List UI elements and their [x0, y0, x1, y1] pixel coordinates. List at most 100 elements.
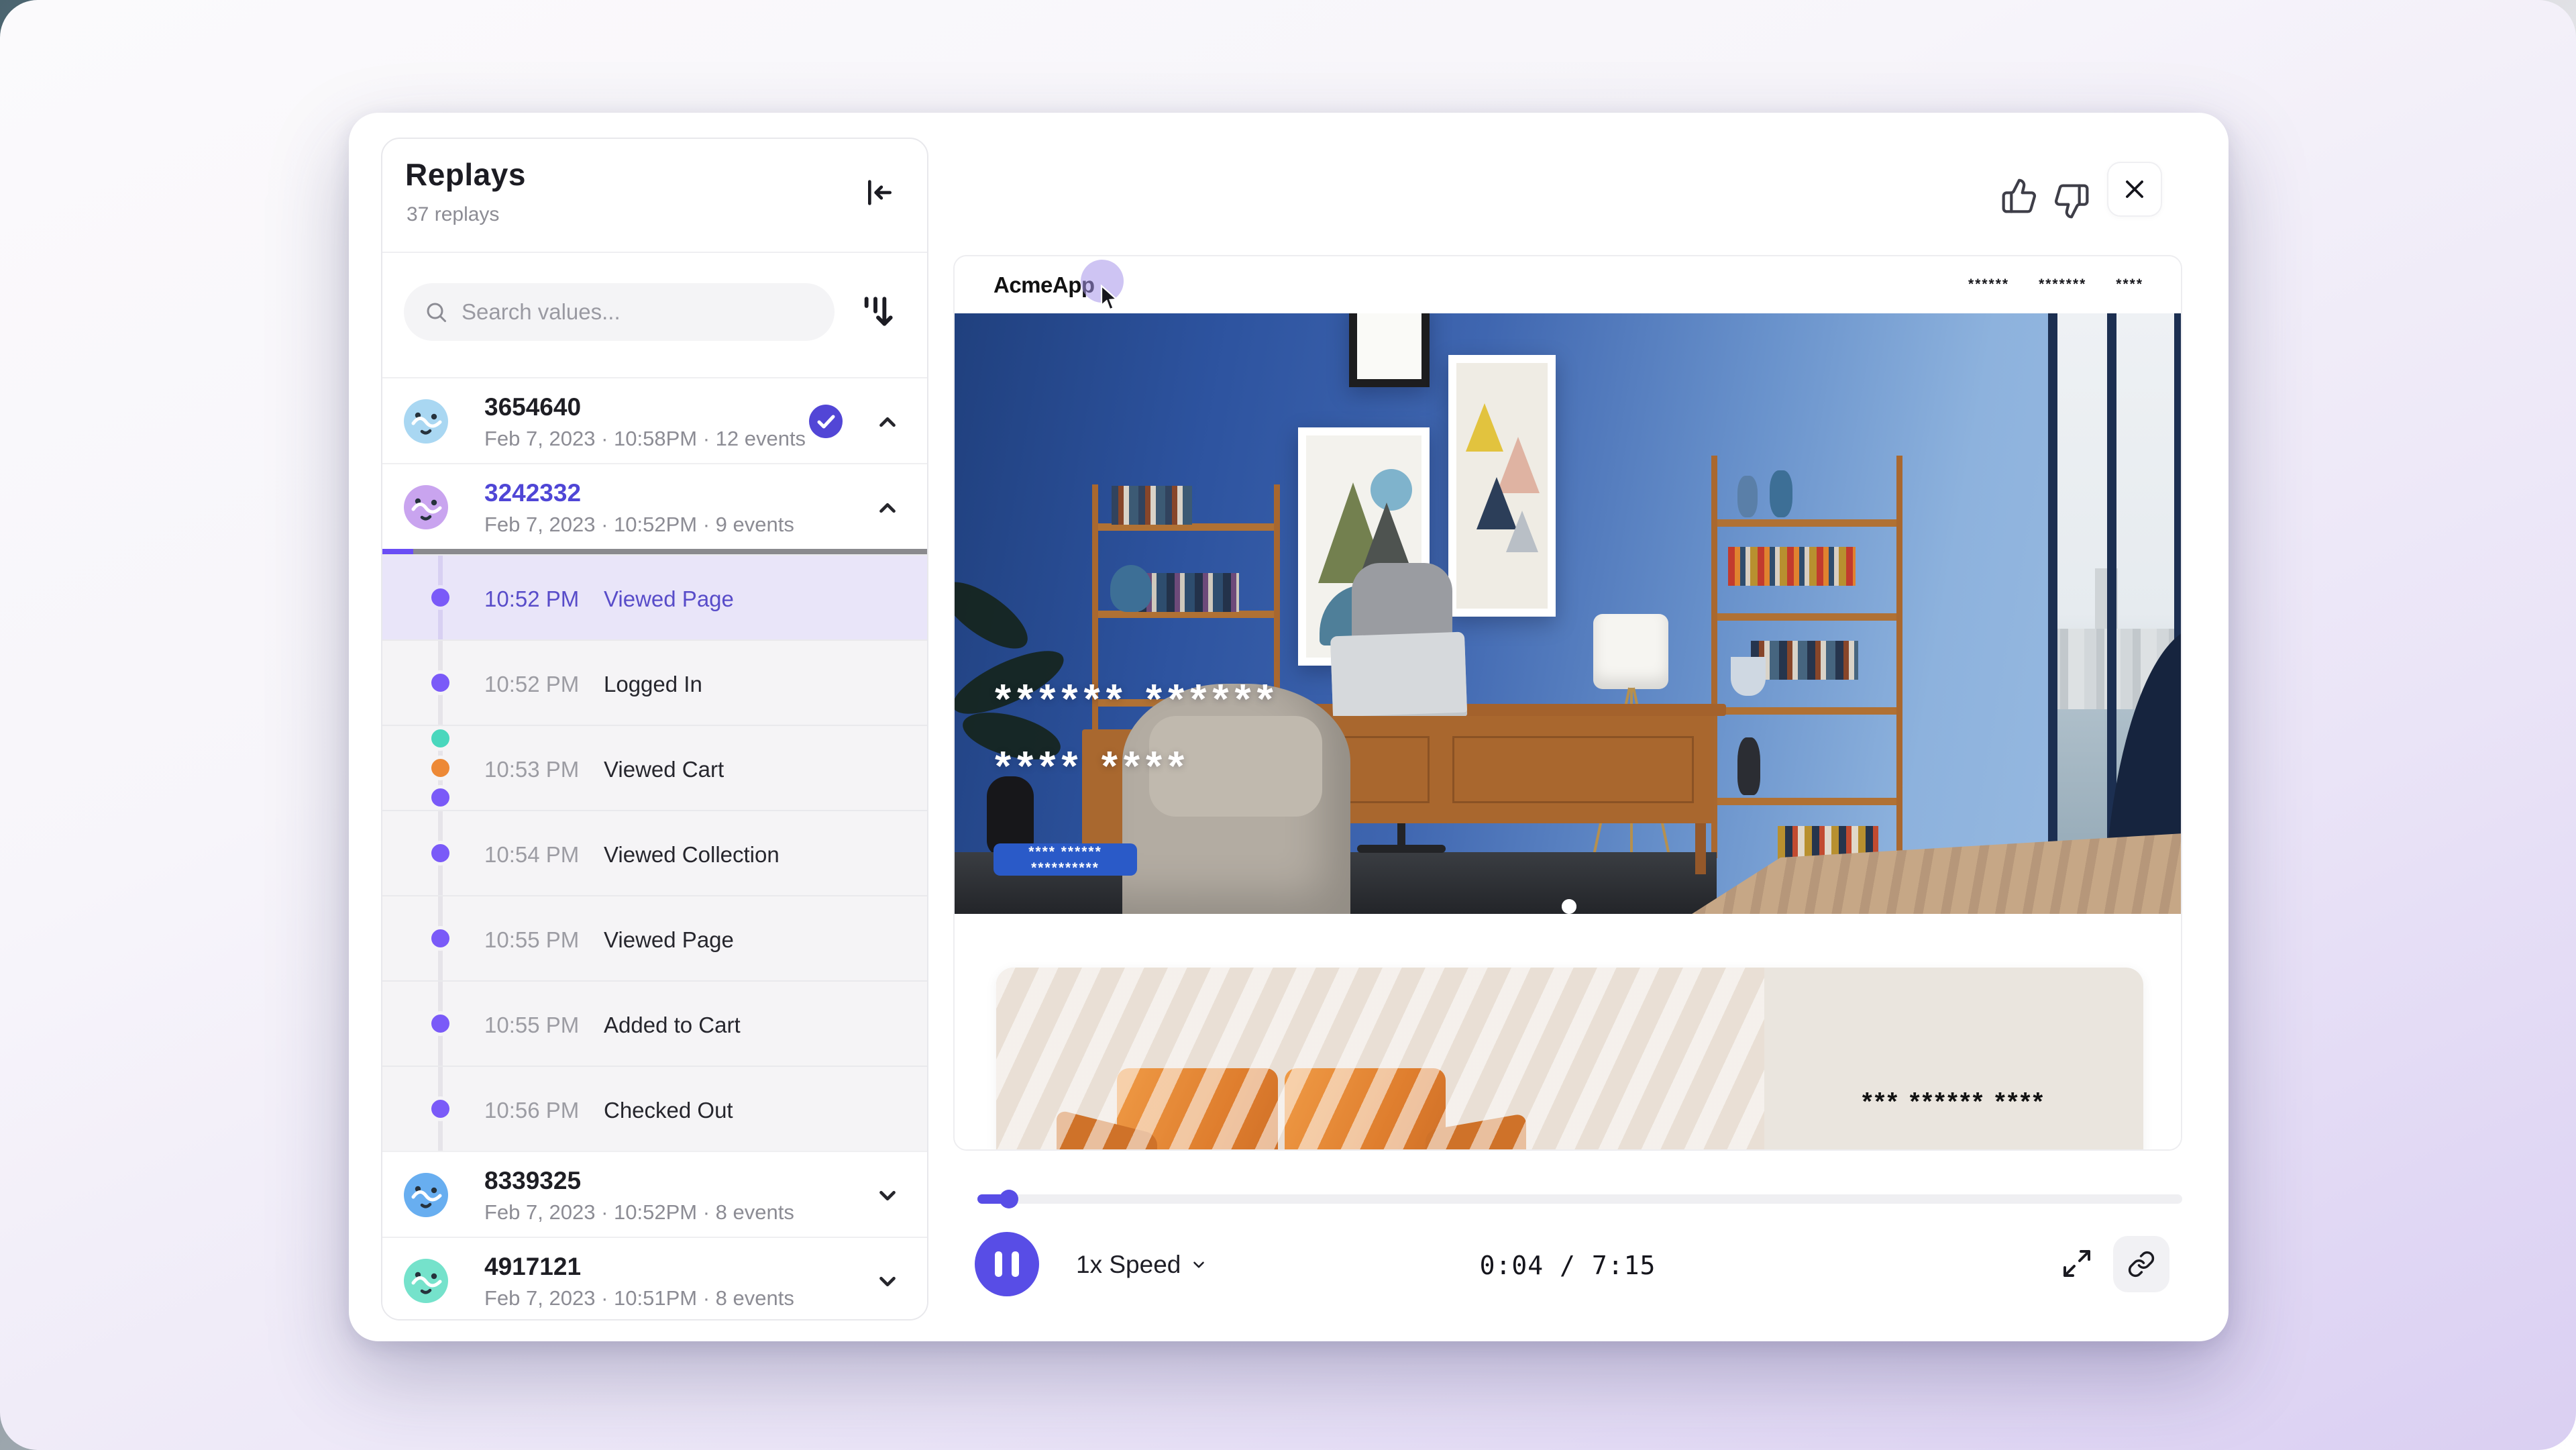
- replay-row[interactable]: 3654640 Feb 7, 2023 · 10:58PM · 12 events: [382, 377, 927, 463]
- timeline-track: [438, 556, 443, 639]
- watched-badge: [809, 405, 843, 438]
- close-button[interactable]: [2107, 162, 2162, 217]
- plant: [955, 570, 1038, 660]
- timeline-track: [438, 1067, 443, 1151]
- replay-row[interactable]: 4917121 Feb 7, 2023 · 10:51PM · 8 events: [382, 1237, 927, 1320]
- timeline-scrubber[interactable]: [977, 1194, 2182, 1204]
- timeline-track: [438, 896, 443, 980]
- event-dot: [428, 726, 453, 751]
- current-time: 0:04: [1480, 1251, 1544, 1280]
- session-avatar: [404, 1173, 448, 1217]
- bookshelf-right: [1711, 456, 1902, 858]
- replay-id: 3654640: [484, 393, 581, 421]
- speed-dropdown[interactable]: 1x Speed: [1076, 1248, 1208, 1282]
- timeline-track: [438, 641, 443, 725]
- thumbs-up-button[interactable]: [2000, 177, 2038, 217]
- app-window: Replays 37 replays 3654640Feb 7, 2023 · …: [0, 0, 2576, 1450]
- session-progress-fill: [382, 549, 413, 554]
- event-row[interactable]: 10:53 PM Viewed Cart: [382, 725, 927, 810]
- link-icon: [2127, 1250, 2155, 1278]
- thumbs-down-icon: [2053, 183, 2090, 220]
- time-separator: /: [1544, 1251, 1592, 1280]
- recorded-product-section: *** ****** ****: [955, 914, 2181, 1151]
- event-time: 10:53 PM: [484, 757, 579, 782]
- event-row[interactable]: 10:52 PMLogged In: [382, 639, 927, 725]
- event-row[interactable]: 10:52 PM Viewed Page: [382, 554, 927, 639]
- time-display: 0:04 / 7:15: [1434, 1251, 1702, 1280]
- event-row[interactable]: 10:56 PM Checked Out: [382, 1066, 927, 1151]
- event-time: 10:56 PM: [484, 1098, 579, 1123]
- event-row[interactable]: 10:55 PMAdded to Cart: [382, 980, 927, 1066]
- total-time: 7:15: [1592, 1251, 1656, 1280]
- search-box[interactable]: [404, 283, 835, 341]
- wall-art-triangles: [1448, 355, 1556, 617]
- session-avatar: [404, 399, 448, 444]
- event-label: Viewed Page: [604, 586, 734, 612]
- pause-icon: [995, 1251, 1002, 1277]
- timeline-track: [438, 726, 443, 810]
- event-time: 10:54 PM: [484, 842, 579, 868]
- search-row: [382, 253, 927, 377]
- replay-list: 3654640 Feb 7, 2023 · 10:58PM · 12 events…: [382, 377, 927, 1320]
- replay-viewport: AcmeApp ****** ******* ****: [953, 255, 2182, 1151]
- sofa-photo: [996, 968, 1764, 1151]
- mouse-cursor-icon: [1099, 284, 1120, 311]
- event-dot: [428, 785, 453, 810]
- replays-sidebar: Replays 37 replays 3654640Feb 7, 2023 · …: [381, 138, 928, 1320]
- recorded-site-logo: AcmeApp: [994, 272, 1095, 298]
- sort-descending-icon: [854, 287, 897, 335]
- replay-row[interactable]: 3242332 Feb 7, 2023 · 10:52PM · 9 events: [382, 463, 927, 549]
- event-dot: [428, 670, 453, 695]
- fullscreen-button[interactable]: [2058, 1245, 2096, 1283]
- replay-id: 4917121: [484, 1253, 581, 1281]
- pause-button[interactable]: [975, 1232, 1039, 1296]
- recorded-cta-button: **** ****** **********: [994, 843, 1137, 876]
- replay-meta: Feb 7, 2023 · 10:58PM · 12 events: [484, 427, 806, 451]
- chevron-up-icon[interactable]: [875, 409, 900, 435]
- scrubber-handle[interactable]: [1000, 1190, 1018, 1208]
- copy-link-button[interactable]: [2113, 1236, 2169, 1292]
- expand-icon: [2061, 1247, 2093, 1280]
- chevron-up-icon[interactable]: [875, 495, 900, 521]
- session-avatar: [404, 485, 448, 529]
- sort-button[interactable]: [852, 285, 899, 339]
- chevron-down-icon: [1190, 1256, 1208, 1274]
- session-avatar: [404, 1259, 448, 1303]
- wall-art-small: [1349, 313, 1430, 387]
- search-input[interactable]: [460, 299, 812, 325]
- floor-lamp: [1593, 614, 1668, 689]
- replay-id: 8339325: [484, 1167, 581, 1195]
- event-dot: [428, 1096, 453, 1121]
- event-label: Checked Out: [604, 1098, 733, 1123]
- event-dot: [428, 585, 453, 610]
- replay-meta: Feb 7, 2023 · 10:52PM · 9 events: [484, 513, 794, 537]
- masked-product-text: *** ****** ****: [1764, 968, 2143, 1151]
- carousel-dot: [1562, 899, 1576, 914]
- event-row[interactable]: 10:55 PMViewed Page: [382, 895, 927, 980]
- speed-label: 1x Speed: [1076, 1251, 1181, 1279]
- chevron-down-icon[interactable]: [875, 1183, 900, 1208]
- masked-hero-headline-2: **** ****: [995, 743, 1190, 790]
- session-progress-bar[interactable]: [382, 549, 927, 554]
- replay-modal: Replays 37 replays 3654640Feb 7, 2023 · …: [349, 113, 2229, 1341]
- replay-row[interactable]: 8339325 Feb 7, 2023 · 10:52PM · 8 events: [382, 1151, 927, 1237]
- collapse-sidebar-button[interactable]: [859, 174, 896, 211]
- event-dot: [428, 1011, 453, 1036]
- event-dot: [428, 841, 453, 866]
- replay-count: 37 replays: [407, 203, 499, 226]
- event-label: Viewed Cart: [604, 757, 724, 782]
- event-time: 10:52 PM: [484, 586, 579, 612]
- event-label: Viewed Collection: [604, 842, 780, 868]
- event-row[interactable]: 10:54 PM Viewed Collection: [382, 810, 927, 895]
- timeline-track: [438, 982, 443, 1066]
- event-timeline: 10:52 PMViewed Page10:52 PMLogged In10:5…: [382, 554, 927, 1151]
- replay-id: 3242332: [484, 479, 581, 507]
- product-card: *** ****** ****: [996, 968, 2143, 1151]
- masked-hero-headline-1: ****** ******: [995, 676, 1279, 723]
- recorded-nav-links: ****** ******* ****: [1968, 276, 2143, 293]
- chevron-down-icon[interactable]: [875, 1269, 900, 1294]
- thumbs-down-button[interactable]: [2053, 183, 2090, 222]
- timeline-track: [438, 811, 443, 895]
- replay-meta: Feb 7, 2023 · 10:51PM · 8 events: [484, 1286, 794, 1310]
- replay-meta: Feb 7, 2023 · 10:52PM · 8 events: [484, 1200, 794, 1225]
